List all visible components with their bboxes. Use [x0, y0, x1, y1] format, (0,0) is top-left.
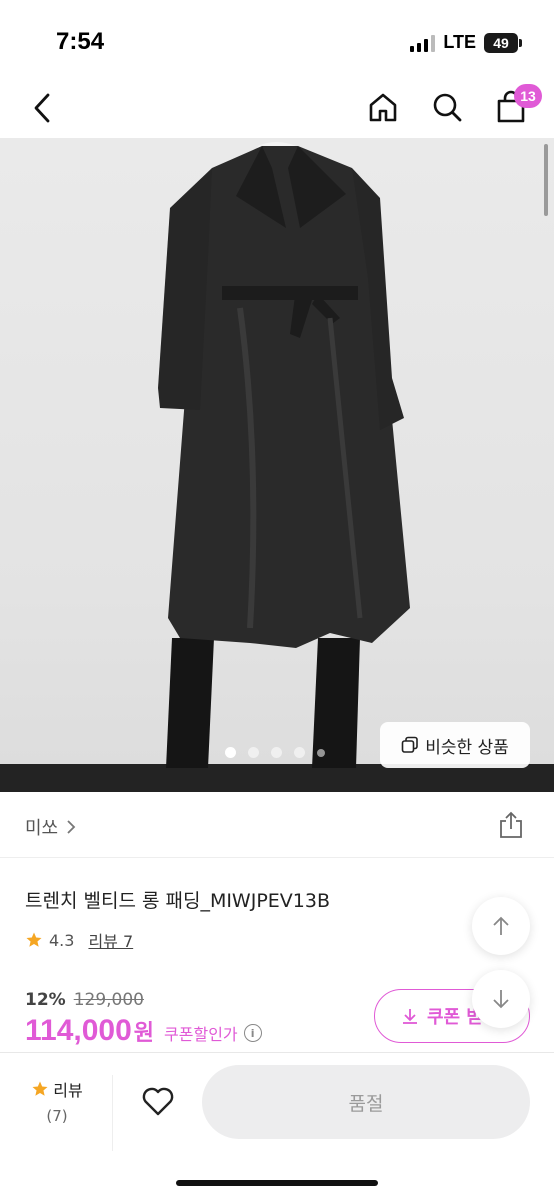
soldout-button[interactable]: 품절 [202, 1065, 530, 1139]
share-icon [500, 811, 522, 838]
status-time: 7:54 [56, 28, 105, 55]
chevron-left-icon [34, 93, 50, 123]
review-link[interactable]: 리뷰 7 [88, 928, 133, 952]
chevron-right-icon [67, 820, 76, 834]
coupon-price-text: 쿠폰할인가 [164, 1025, 238, 1044]
price-row: 114,000 원 쿠폰할인가 i [25, 1014, 262, 1048]
rating-value: 4.3 [49, 930, 75, 950]
battery-level: 49 [484, 32, 518, 53]
cart-count-badge: 13 [514, 84, 542, 108]
gallery-pagination [225, 747, 325, 758]
review-count: (7) [46, 1107, 68, 1125]
brand-row: 미쏘 [0, 792, 554, 858]
download-icon [403, 1009, 417, 1024]
share-button[interactable] [496, 810, 526, 840]
pagination-dot[interactable] [271, 747, 282, 758]
search-button[interactable] [426, 86, 468, 128]
battery-icon: 49 [484, 32, 522, 53]
divider [112, 1075, 113, 1151]
product-photo [0, 142, 554, 792]
product-image-gallery[interactable]: 비슷한 상품 [0, 138, 554, 792]
currency-label: 원 [133, 1021, 155, 1046]
sale-price: 114,000 [25, 1014, 132, 1047]
scroll-bottom-button[interactable] [472, 970, 530, 1028]
rating-row: 4.3 리뷰 7 [25, 928, 133, 952]
home-button[interactable] [362, 86, 404, 128]
home-icon [369, 93, 397, 122]
similar-products-label: 비슷한 상품 [425, 737, 509, 758]
coupon-price-label: 쿠폰할인가 i [164, 1021, 262, 1045]
review-label: 리뷰 [53, 1081, 83, 1100]
pagination-dot[interactable] [248, 747, 259, 758]
search-icon [433, 93, 462, 122]
review-summary[interactable]: 리뷰 (7) [24, 1077, 90, 1125]
scroll-indicator [544, 144, 548, 216]
network-label: LTE [443, 32, 476, 52]
status-indicators: LTE 49 [410, 32, 522, 53]
discount-row: 12% 129,000 [25, 990, 144, 1010]
arrow-down-icon [493, 990, 509, 1009]
pagination-dot[interactable] [225, 747, 236, 758]
like-button[interactable] [138, 1081, 178, 1121]
home-indicator [176, 1180, 378, 1186]
heart-icon [142, 1087, 174, 1116]
brand-link[interactable]: 미쏘 [25, 814, 76, 840]
star-icon [26, 932, 42, 947]
nav-bar: 13 [0, 80, 554, 138]
discount-rate: 12% [25, 990, 66, 1010]
product-title: 트렌치 벨티드 롱 패딩_MIWJPEV13B [25, 890, 330, 912]
status-bar: 7:54 LTE 49 [0, 0, 554, 80]
signal-icon [410, 34, 436, 52]
brand-name: 미쏘 [25, 818, 59, 839]
scroll-top-button[interactable] [472, 897, 530, 955]
info-icon[interactable]: i [243, 1024, 262, 1042]
star-icon [32, 1081, 48, 1096]
arrow-up-icon [493, 916, 509, 935]
cart-button[interactable]: 13 [490, 84, 542, 128]
bottom-action-bar: 리뷰 (7) 품절 [0, 1052, 554, 1200]
pagination-dot[interactable] [294, 747, 305, 758]
back-button[interactable] [22, 88, 62, 128]
pagination-dot[interactable] [317, 748, 325, 757]
similar-products-button[interactable]: 비슷한 상품 [380, 722, 530, 768]
copy-icon [401, 736, 418, 753]
original-price: 129,000 [73, 990, 145, 1010]
